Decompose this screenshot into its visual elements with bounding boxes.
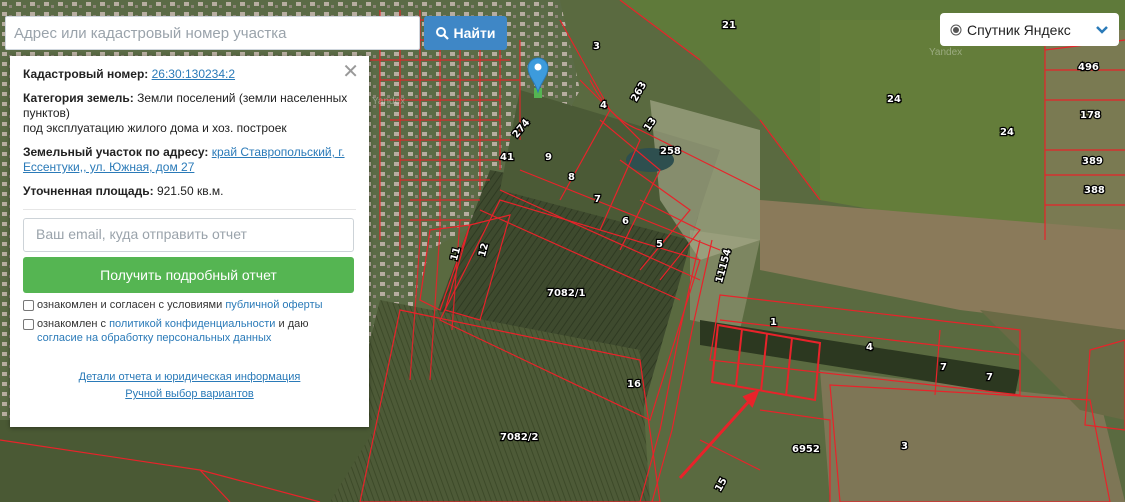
plot-label: 5 (656, 239, 663, 250)
area-row: Уточненная площадь: 921.50 кв.м. (23, 184, 356, 199)
cadastral-label: Кадастровый номер: (23, 67, 149, 81)
plot-label: 3 (593, 41, 600, 52)
plot-label: 24 (1000, 127, 1014, 138)
plot-label: 8 (568, 172, 575, 183)
get-report-button[interactable]: Получить подробный отчет (23, 257, 354, 293)
plot-label: 258 (660, 146, 681, 157)
checkbox-icon[interactable] (23, 300, 34, 311)
plot-label: 6 (622, 216, 629, 227)
plot-label: 16 (627, 379, 641, 390)
offer-link[interactable]: публичной оферты (225, 299, 322, 311)
plot-label: 21 (722, 20, 736, 31)
plot-label: 7 (986, 372, 993, 383)
consent-text: ознакомлен с (37, 318, 107, 330)
plot-label: 1 (770, 317, 777, 328)
plot-label: 9 (545, 152, 552, 163)
plot-label: 7 (940, 362, 947, 373)
parcel-info-panel: ✕ Кадастровый номер: 26:30:130234:2 Кате… (10, 56, 369, 427)
search-icon (435, 26, 449, 40)
radio-icon (950, 24, 962, 35)
land-category-row: Категория земель: Земли поселений (земли… (23, 91, 356, 136)
map-watermark: Yandex (372, 96, 405, 107)
plot-label: 389 (1082, 156, 1103, 167)
search-button-label: Найти (453, 25, 496, 41)
plot-label: 4 (866, 342, 873, 353)
cadastral-link[interactable]: 26:30:130234:2 (152, 67, 235, 81)
plot-label: 3 (901, 441, 908, 452)
plot-label: 6952 (792, 444, 820, 455)
plot-label: 24 (887, 94, 901, 105)
map-watermark: Yandex (929, 47, 962, 58)
consent-text: и даю (278, 318, 309, 330)
category-usage: под эксплуатацию жилого дома и хоз. пост… (23, 121, 287, 135)
data-processing-link[interactable]: согласие на обработку персональных данны… (37, 332, 271, 344)
privacy-consent-checkbox[interactable]: ознакомлен с политикой конфиденциальност… (23, 317, 356, 345)
map-layer-label: Спутник Яндекс (967, 21, 1071, 38)
offer-consent-label: ознакомлен и согласен с условиями публич… (37, 298, 323, 312)
plot-label: 7 (594, 194, 601, 205)
plot-label: 388 (1084, 185, 1105, 196)
address-row: Земельный участок по адресу: край Ставро… (23, 145, 356, 175)
search-button[interactable]: Найти (424, 16, 507, 50)
plot-label: 7082/2 (500, 432, 538, 443)
privacy-consent-label: ознакомлен с политикой конфиденциальност… (37, 317, 309, 345)
manual-selection-link[interactable]: Ручной выбор вариантов (125, 388, 253, 400)
chevron-down-icon (1096, 25, 1108, 34)
plot-label: 496 (1078, 62, 1099, 73)
area-value: 921.50 кв.м. (156, 184, 224, 198)
plot-label: 4 (600, 100, 607, 111)
plot-label: 7082/1 (547, 288, 585, 299)
plot-label: 41 (500, 152, 514, 163)
checkbox-icon[interactable] (23, 319, 34, 330)
privacy-policy-link[interactable]: политикой конфиденциальности (109, 318, 275, 330)
close-icon[interactable]: ✕ (342, 62, 359, 82)
panel-links: Детали отчета и юридическая информация Р… (23, 369, 356, 403)
category-label: Категория земель: (23, 91, 134, 105)
search-input[interactable]: Адрес или кадастровый номер участка (5, 16, 420, 50)
email-field[interactable]: Ваш email, куда отправить отчет (23, 218, 354, 252)
details-link[interactable]: Детали отчета и юридическая информация (79, 371, 301, 383)
cadastral-number-row: Кадастровый номер: 26:30:130234:2 (23, 67, 356, 82)
map-layer-select[interactable]: Спутник Яндекс (940, 13, 1119, 46)
plot-label: 178 (1080, 110, 1101, 121)
offer-consent-checkbox[interactable]: ознакомлен и согласен с условиями публич… (23, 298, 356, 312)
area-label: Уточненная площадь: (23, 184, 154, 198)
address-label: Земельный участок по адресу: (23, 145, 209, 159)
divider (23, 209, 356, 210)
consent-text: ознакомлен и согласен с условиями (37, 299, 223, 311)
